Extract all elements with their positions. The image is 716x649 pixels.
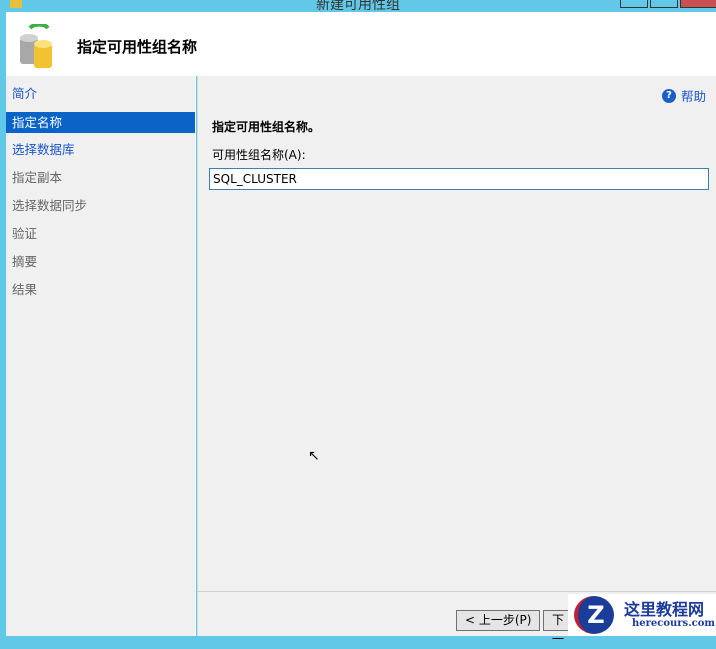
step-specify-name[interactable]: 指定名称 [6,112,195,133]
main-panel: ? 帮助 指定可用性组名称。 可用性组名称(A): < 上一步(P) 下一 [197,76,716,646]
watermark-title: 这里教程网 [624,600,705,619]
database-icon [20,24,52,68]
step-validation: 验证 [12,226,38,241]
step-results: 结果 [12,282,38,297]
close-button[interactable] [680,0,716,8]
watermark: Z 这里教程网 herecours.com [568,594,716,636]
step-intro[interactable]: 简介 [6,80,195,108]
ag-name-input[interactable] [209,168,709,190]
help-label: 帮助 [680,89,706,104]
section-title: 指定可用性组名称。 [212,120,321,134]
minimize-button[interactable] [620,0,648,8]
help-link[interactable]: ? 帮助 [661,86,706,105]
footer-divider [198,591,716,592]
previous-button[interactable]: < 上一步(P) [456,610,541,631]
help-icon: ? [661,88,676,103]
watermark-logo: Z [574,596,614,634]
page-title: 指定可用性组名称 [77,38,198,56]
watermark-url: herecours.com [632,618,716,629]
step-specify-replicas: 指定副本 [12,170,63,185]
step-summary: 摘要 [12,254,38,269]
wizard-steps: 简介 指定名称 选择数据库 指定副本 选择数据同步 验证 摘要 结果 [6,76,196,636]
mouse-cursor-icon: ↖ [308,448,320,464]
wizard-header: 指定可用性组名称 [6,12,716,76]
step-data-sync: 选择数据同步 [12,198,88,213]
step-select-databases[interactable]: 选择数据库 [6,136,195,164]
ag-name-label: 可用性组名称(A): [212,148,306,162]
maximize-button[interactable] [650,0,678,8]
title-bar: 新建可用性组 [0,0,716,13]
